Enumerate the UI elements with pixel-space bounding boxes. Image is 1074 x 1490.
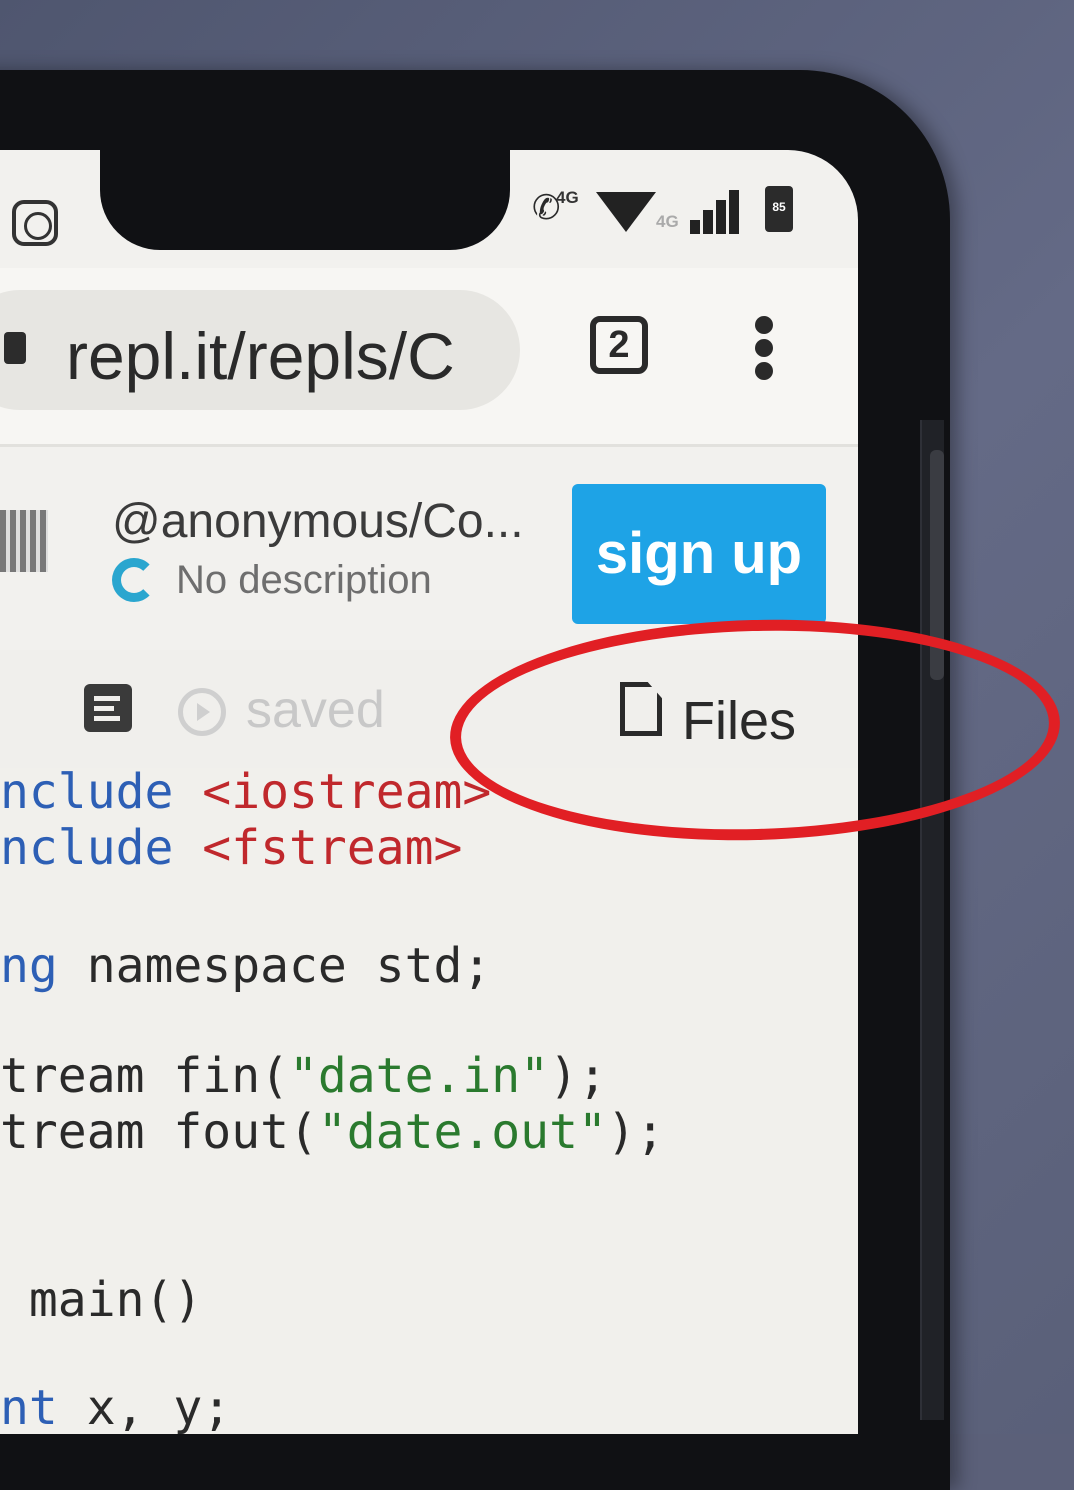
- code-line[interactable]: ng namespace std;: [0, 938, 491, 994]
- saved-status: saved: [246, 681, 385, 739]
- code-line[interactable]: nclude <fstream>: [0, 820, 462, 876]
- code-token: x, y;: [57, 1380, 232, 1436]
- camera-notch: [100, 150, 510, 250]
- call-network-tag: 4G: [556, 188, 579, 207]
- screen-record-icon: [12, 200, 58, 246]
- code-line[interactable]: tream fout("date.out");: [0, 1104, 665, 1160]
- battery-level: 85: [772, 200, 786, 214]
- code-token: tream fout(: [0, 1104, 318, 1160]
- code-token: tream fin(: [0, 1048, 289, 1104]
- code-line[interactable]: tream fin("date.in");: [0, 1048, 607, 1104]
- signal-network-tag: 4G: [656, 212, 679, 231]
- code-line[interactable]: nclude <iostream>: [0, 764, 491, 820]
- code-token: );: [606, 1104, 665, 1160]
- lock-icon[interactable]: [4, 332, 26, 364]
- code-token: "date.out": [317, 1104, 607, 1160]
- code-token: <fstream>: [202, 820, 463, 876]
- code-line[interactable]: main(): [0, 1272, 202, 1328]
- wifi-icon: [596, 192, 656, 232]
- sign-up-button[interactable]: sign up: [572, 484, 826, 624]
- code-token: main(): [0, 1272, 203, 1328]
- code-token: namespace std;: [57, 938, 492, 994]
- code-token: ng: [0, 938, 58, 994]
- code-line[interactable]: nt x, y;: [0, 1380, 231, 1436]
- code-token: nt: [0, 1380, 58, 1436]
- tab-switcher-button[interactable]: 2: [590, 316, 648, 374]
- repl-title[interactable]: @anonymous/Co...: [112, 494, 524, 549]
- document-icon[interactable]: [84, 684, 132, 732]
- code-token: nclude: [0, 820, 203, 876]
- code-token: "date.in": [288, 1048, 550, 1104]
- code-token: );: [549, 1048, 607, 1104]
- cell-signal-icon: [690, 188, 739, 234]
- cpp-language-icon: [112, 558, 156, 602]
- avatar[interactable]: [0, 510, 48, 572]
- url-text[interactable]: repl.it/repls/C: [66, 318, 455, 394]
- code-token: <iostream>: [202, 764, 492, 820]
- repl-description: No description: [176, 558, 432, 602]
- history-icon[interactable]: [178, 688, 226, 736]
- code-token: nclude: [0, 764, 203, 820]
- more-menu-icon[interactable]: [752, 316, 776, 380]
